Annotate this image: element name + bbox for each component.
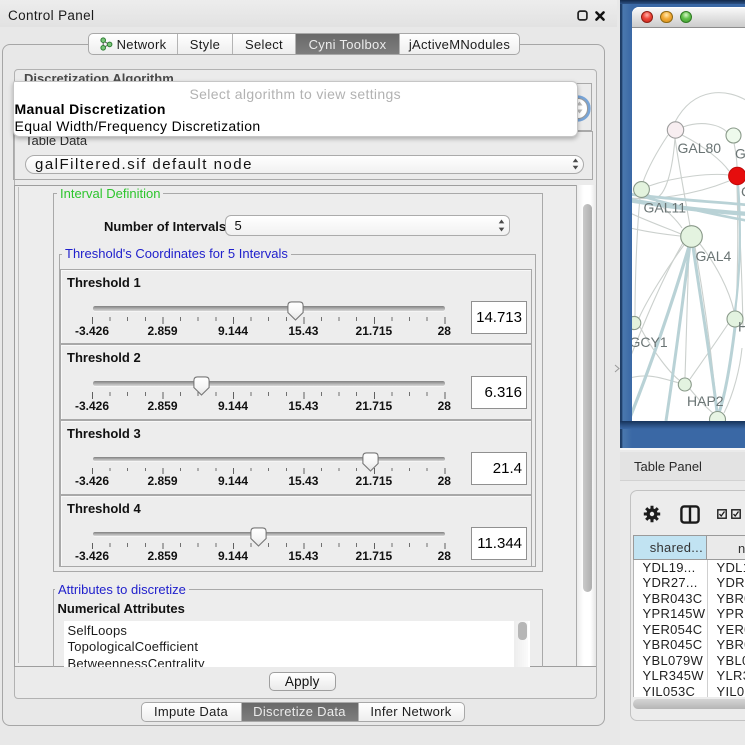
svg-text:H: H [738, 318, 745, 334]
svg-text:G.: G. [735, 145, 745, 161]
svg-text:C: C [741, 183, 745, 199]
svg-text:GAL11: GAL11 [643, 199, 686, 215]
svg-text:HAP2: HAP2 [687, 393, 724, 409]
svg-text:GAL4: GAL4 [695, 248, 731, 264]
svg-text:GCY1: GCY1 [632, 334, 668, 350]
svg-text:GAL80: GAL80 [677, 140, 721, 156]
